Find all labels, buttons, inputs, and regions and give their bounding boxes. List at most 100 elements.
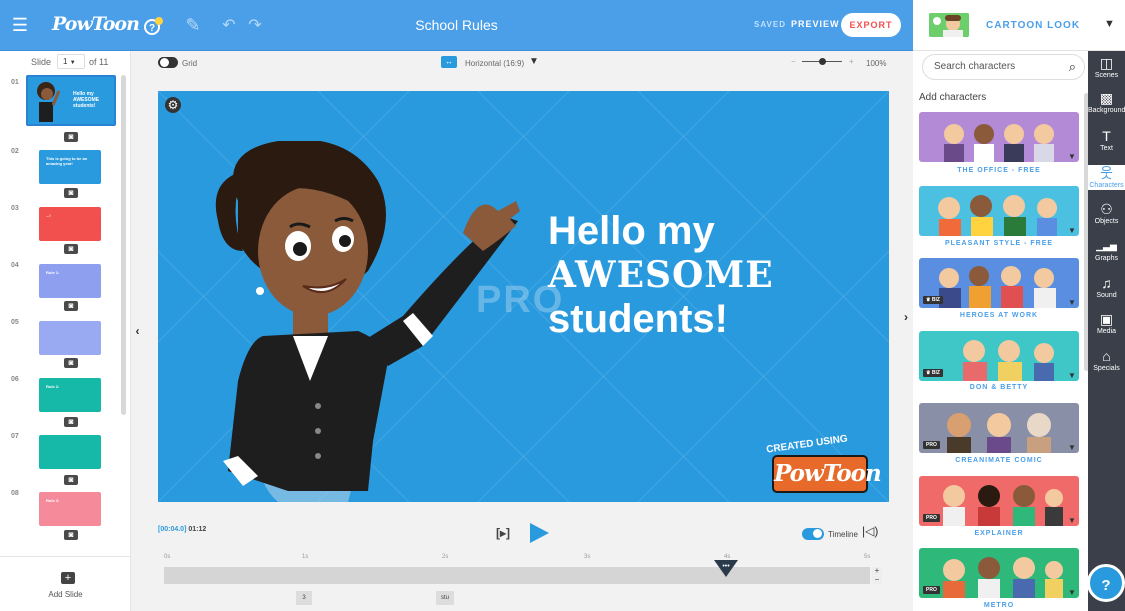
slide-thumbnail[interactable]: Rule 2: — [39, 378, 101, 412]
camera-icon[interactable]: ◙ — [64, 358, 78, 368]
slide-thumbnail[interactable] — [39, 321, 101, 355]
slide-number: 07 — [11, 433, 19, 440]
preview-button[interactable]: PREVIEW — [791, 19, 840, 29]
collapse-right-icon[interactable]: › — [899, 307, 913, 327]
tick-label: 0s — [164, 554, 171, 560]
chevron-down-icon[interactable]: ▼ — [1068, 298, 1076, 307]
objects-tab[interactable]: ⚇ Objects — [1088, 201, 1125, 226]
tick-label: 1s — [302, 554, 309, 560]
character-set-card[interactable]: ♛ BIZ — [919, 258, 1079, 308]
slide-text: ...! — [46, 213, 51, 218]
undo-icon[interactable]: ↶ — [218, 0, 240, 51]
zoom-slider-knob[interactable] — [818, 58, 826, 65]
slide-thumbnail[interactable]: Hello my AWESOME students! — [26, 75, 116, 126]
pro-badge: PRO — [923, 441, 940, 449]
graphs-tab[interactable]: ▁▃▅ Graphs — [1088, 238, 1125, 263]
slide-text: Hello my AWESOME students! — [73, 91, 100, 109]
chevron-down-icon[interactable]: ▼ — [1068, 371, 1076, 380]
characters-label: Characters — [1089, 182, 1124, 189]
camera-icon[interactable]: ◙ — [64, 244, 78, 254]
style-selector[interactable]: CARTOON LOOK ▼ — [913, 0, 1125, 51]
timeline-zoom-out-icon[interactable]: − — [872, 576, 882, 584]
current-time: [00:04.0] — [158, 526, 187, 533]
heading-line-2: AWESOME — [548, 254, 774, 296]
style-label: CARTOON LOOK — [986, 20, 1081, 31]
character-set-card[interactable] — [919, 112, 1079, 162]
chevron-down-icon[interactable]: ▼ — [1068, 152, 1076, 161]
slide-thumbnail[interactable]: Rule 1: — [39, 264, 101, 298]
character-set-label: CREANIMATE COMIC — [955, 457, 1043, 464]
media-label: Media — [1096, 328, 1117, 335]
timeline-zoom-in-icon[interactable]: + — [872, 567, 882, 575]
chevron-down-icon[interactable]: ▼ — [1068, 516, 1076, 525]
text-tab[interactable]: T Text — [1088, 128, 1125, 153]
camera-icon[interactable]: ◙ — [64, 417, 78, 427]
zoom-out-icon[interactable]: − — [791, 57, 796, 66]
chevron-down-icon[interactable]: ▼ — [1068, 588, 1076, 597]
character-set-card[interactable] — [919, 186, 1079, 236]
chevron-down-icon[interactable]: ▼ — [529, 56, 539, 67]
character-set-card[interactable]: PRO — [919, 548, 1079, 598]
timeline-toggle[interactable] — [802, 528, 824, 540]
collapse-left-icon[interactable]: ‹ — [131, 321, 144, 341]
powtoon-logo: PowToon — [52, 13, 140, 35]
redo-icon[interactable]: ↷ — [244, 0, 266, 51]
scenes-tab[interactable]: ◫ Scenes — [1088, 55, 1125, 80]
slide-number-select[interactable]: 1 ▼ — [57, 54, 85, 69]
objects-label: Objects — [1094, 218, 1119, 225]
notes-icon[interactable]: ✎ — [182, 0, 204, 51]
settings-gear-icon[interactable]: ⚙ — [165, 97, 181, 113]
play-scene-button[interactable]: [▸] — [496, 526, 510, 540]
specials-tab[interactable]: ⌂ Specials — [1088, 348, 1125, 373]
character-set-card[interactable]: PRO — [919, 476, 1079, 526]
slide-canvas[interactable]: ⚙ PRO Hello my AWESOME students! CREATED… — [158, 91, 889, 502]
slide-heading[interactable]: Hello my AWESOME students! — [548, 209, 774, 341]
characters-tab[interactable]: 웃 Characters — [1088, 165, 1125, 190]
slide-thumbnail[interactable]: Rule 3: — [39, 492, 101, 526]
play-icon[interactable] — [528, 522, 550, 544]
slide-thumbnail[interactable]: ...! — [39, 207, 101, 241]
character-set-card[interactable]: ♛ BIZ — [919, 331, 1079, 381]
specials-label: Specials — [1093, 365, 1120, 372]
background-tab[interactable]: ▩ Background — [1088, 90, 1125, 115]
export-button[interactable]: EXPORT — [841, 13, 901, 37]
powtoon-brand-logo: PowToon — [772, 455, 882, 493]
media-tab[interactable]: ▣ Media — [1088, 311, 1125, 336]
slides-scrollbar[interactable] — [121, 75, 126, 415]
playhead[interactable]: ••• — [714, 560, 738, 578]
slide-thumbnail[interactable]: This is going to be an amazing year! — [39, 150, 101, 184]
tutorial-icon[interactable]: ? — [140, 0, 166, 51]
camera-icon[interactable]: ◙ — [64, 301, 78, 311]
zoom-slider[interactable] — [802, 58, 842, 65]
media-icon: ▣ — [1099, 311, 1114, 327]
zoom-in-icon[interactable]: + — [849, 57, 854, 66]
search-characters-input[interactable]: Search characters ⌕ — [922, 54, 1085, 80]
character-set-label: HEROES AT WORK — [959, 312, 1039, 319]
orientation-select[interactable]: Horizontal (16:9) — [465, 59, 524, 68]
camera-icon[interactable]: ◙ — [64, 132, 78, 142]
grid-toggle[interactable] — [158, 57, 178, 68]
volume-icon[interactable]: |◁) — [862, 524, 878, 538]
camera-icon[interactable]: ◙ — [64, 475, 78, 485]
biz-badge: ♛ BIZ — [923, 296, 943, 304]
chevron-down-icon[interactable]: ▼ — [1068, 226, 1076, 235]
camera-icon[interactable]: ◙ — [64, 530, 78, 540]
svg-text:?: ? — [149, 23, 155, 34]
camera-icon[interactable]: ◙ — [64, 188, 78, 198]
slide-thumbnail[interactable] — [39, 435, 101, 469]
add-slide-button[interactable]: + Add Slide — [0, 556, 131, 611]
timeline-track[interactable] — [164, 567, 870, 584]
timeline-marker[interactable]: stu — [436, 591, 454, 605]
chevron-down-icon[interactable]: ▼ — [1068, 443, 1076, 452]
slide-item[interactable]: 01 Hello my AWESOME students! — [0, 75, 131, 136]
scenes-label: Scenes — [1094, 72, 1119, 79]
menu-icon[interactable]: ☰ — [8, 0, 32, 51]
help-button[interactable]: ? — [1087, 564, 1125, 602]
timeline-marker[interactable]: 3 — [296, 591, 312, 605]
sound-tab[interactable]: ♫ Sound — [1088, 275, 1125, 300]
document-title[interactable]: School Rules — [415, 17, 498, 33]
character-set-card[interactable]: PRO — [919, 403, 1079, 453]
search-icon[interactable]: ⌕ — [1069, 55, 1076, 79]
scenes-icon: ◫ — [1099, 55, 1114, 71]
character-set-label: PLEASANT STYLE - FREE — [944, 240, 1054, 247]
